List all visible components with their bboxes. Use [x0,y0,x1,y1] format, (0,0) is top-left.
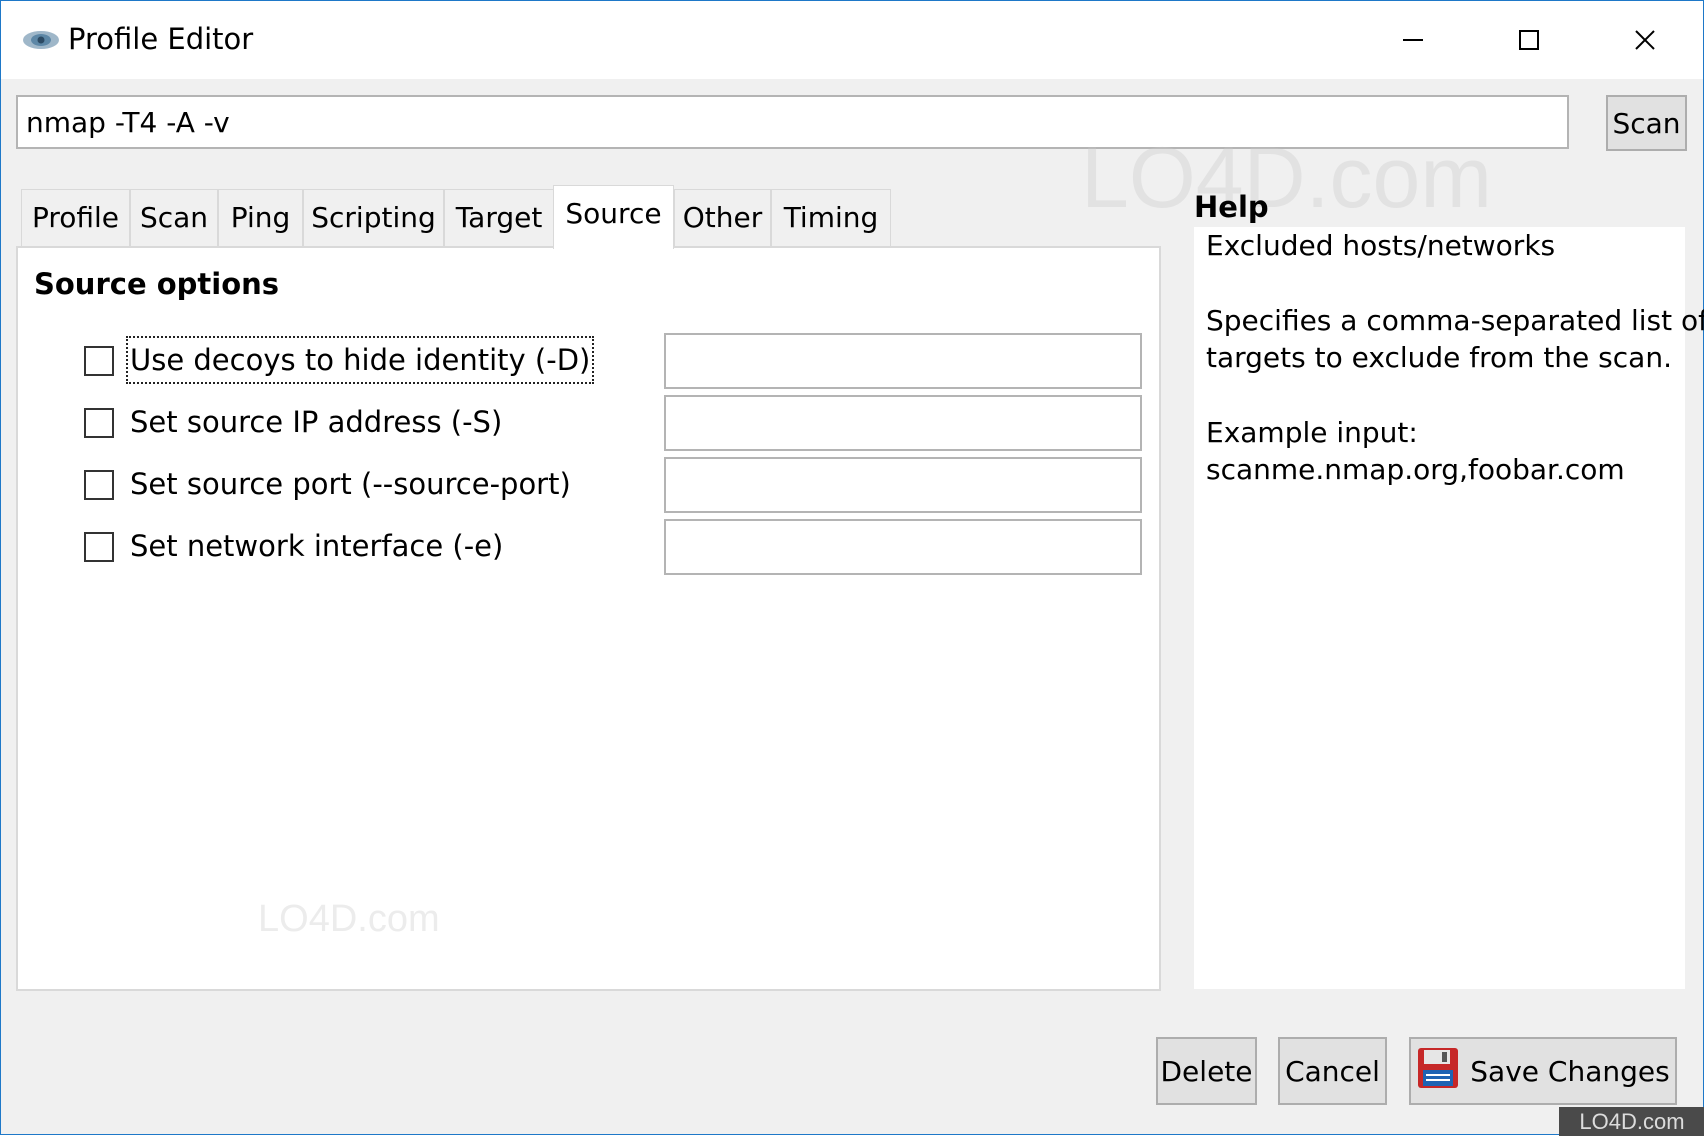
close-icon [1633,28,1657,52]
source-options-panel: Source options Use decoys to hide identi… [16,246,1161,991]
help-example-label: Example input: [1206,416,1418,449]
source-ip-field[interactable] [664,395,1142,451]
tab-other[interactable]: Other [674,189,771,247]
decoys-label[interactable]: Use decoys to hide identity (-D) [125,336,595,384]
title-bar[interactable]: Profile Editor [1,1,1703,79]
source-ip-label[interactable]: Set source IP address (-S) [130,402,502,442]
command-input[interactable] [16,95,1569,149]
tab-source[interactable]: Source [553,185,674,249]
minimize-icon [1401,28,1425,52]
scan-button[interactable]: Scan [1606,95,1687,151]
maximize-button[interactable] [1471,1,1587,79]
help-title: Help [1194,190,1269,224]
eye-icon [21,27,61,53]
tab-scan[interactable]: Scan [130,189,218,247]
tab-ping[interactable]: Ping [218,189,303,247]
cancel-button[interactable]: Cancel [1278,1037,1387,1105]
source-port-field[interactable] [664,457,1142,513]
tab-scripting[interactable]: Scripting [303,189,444,247]
watermark-small: LO4D.com [258,898,440,940]
source-port-checkbox[interactable] [84,470,114,500]
cancel-label: Cancel [1285,1054,1380,1088]
decoys-field[interactable] [664,333,1142,389]
source-port-label[interactable]: Set source port (--source-port) [130,464,571,504]
watermark-corner: LO4D.com [1559,1107,1704,1136]
minimize-button[interactable] [1355,1,1471,79]
tab-target[interactable]: Target [444,189,554,247]
network-interface-field[interactable] [664,519,1142,575]
save-changes-button[interactable]: Save Changes [1409,1037,1677,1105]
network-interface-label[interactable]: Set network interface (-e) [130,526,503,566]
tab-profile[interactable]: Profile [21,189,130,247]
profile-editor-window: Profile Editor Scan LO4D.com Profile Sca… [0,0,1704,1136]
delete-label: Delete [1160,1054,1253,1088]
floppy-disk-icon [1416,1046,1460,1097]
delete-button[interactable]: Delete [1156,1037,1257,1105]
decoys-checkbox[interactable] [84,346,114,376]
panel-title: Source options [34,267,280,301]
help-heading: Excluded hosts/networks [1206,229,1556,262]
window-title: Profile Editor [68,22,254,56]
save-changes-label: Save Changes [1470,1054,1670,1088]
network-interface-checkbox[interactable] [84,532,114,562]
tab-timing[interactable]: Timing [771,189,891,247]
help-description-line2: targets to exclude from the scan. [1206,341,1672,374]
help-panel: Excluded hosts/networks Specifies a comm… [1194,227,1704,989]
help-example-value: scanme.nmap.org,foobar.com [1206,453,1625,486]
source-ip-checkbox[interactable] [84,408,114,438]
help-description-line1: Specifies a comma-separated list of [1206,304,1704,337]
close-button[interactable] [1587,1,1703,79]
maximize-icon [1517,28,1541,52]
